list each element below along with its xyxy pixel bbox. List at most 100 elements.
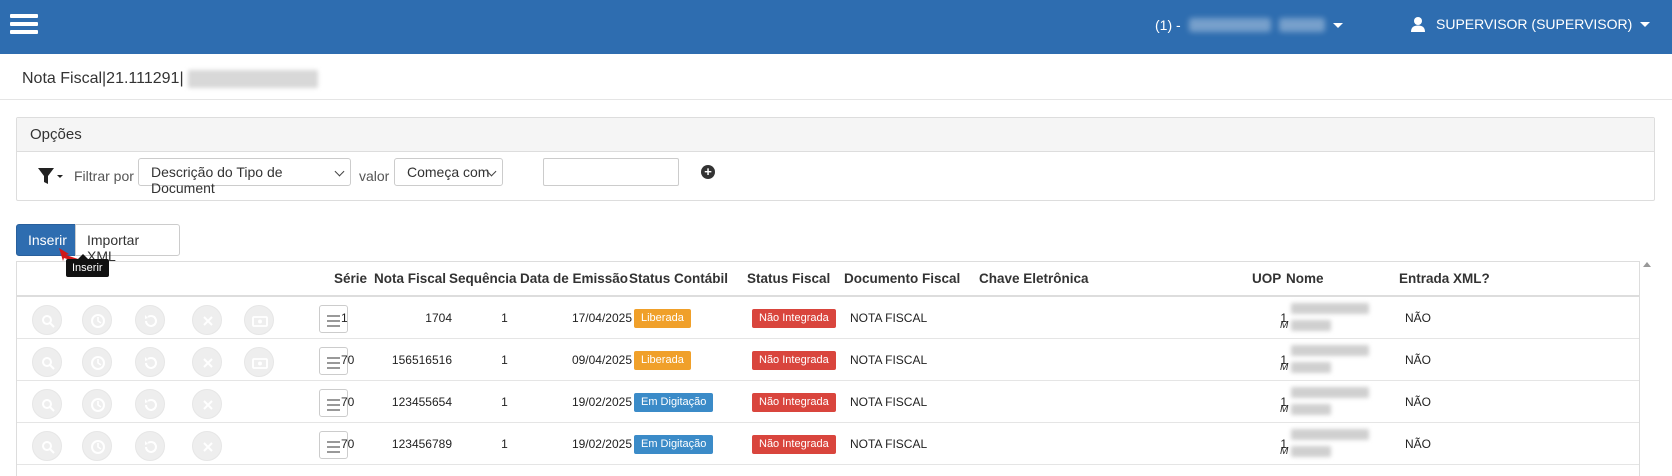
cell-sequencia: 1 bbox=[501, 353, 508, 367]
operator-value: Começa com bbox=[407, 164, 490, 180]
clock-action-button[interactable] bbox=[82, 305, 112, 335]
close-icon bbox=[203, 442, 213, 452]
cell-nome-redacted bbox=[1291, 387, 1371, 421]
cell-nota-fiscal: 123456789 bbox=[391, 437, 452, 451]
column-header[interactable]: Entrada XML? bbox=[1399, 262, 1490, 295]
search-action-button[interactable] bbox=[32, 305, 62, 335]
status-badge: Liberada bbox=[634, 351, 691, 371]
undo-action-button[interactable] bbox=[135, 305, 165, 335]
cell-serie: 70 bbox=[341, 437, 355, 451]
close-action-button[interactable] bbox=[192, 389, 222, 419]
cell-entrada-xml: NÃO bbox=[1405, 311, 1432, 325]
column-header[interactable]: Documento Fiscal bbox=[844, 262, 960, 295]
cell-chave-eletronica bbox=[979, 339, 1179, 381]
cell-nome-redacted bbox=[1291, 429, 1371, 463]
clock-action-button[interactable] bbox=[82, 389, 112, 419]
money-action-button[interactable] bbox=[244, 347, 274, 377]
cell-serie: 70 bbox=[341, 353, 355, 367]
cell-serie: 70 bbox=[341, 395, 355, 409]
money-icon bbox=[252, 358, 268, 369]
filter-row: Filtrar por Descrição do Tipo de Documen… bbox=[17, 152, 1654, 200]
chevron-down-icon bbox=[334, 166, 345, 177]
cell-documento-fiscal: NOTA FISCAL bbox=[850, 395, 928, 409]
company-code-redacted bbox=[1278, 18, 1325, 32]
cell-sequencia: 1 bbox=[501, 311, 508, 325]
options-panel: Opções Filtrar por Descrição do Tipo de … bbox=[16, 117, 1655, 201]
value-label: valor bbox=[359, 168, 390, 184]
clock-action-button[interactable] bbox=[82, 431, 112, 461]
undo-icon bbox=[145, 315, 157, 327]
cell-nota-fiscal: 123455654 bbox=[391, 395, 452, 409]
page-title-redacted bbox=[187, 70, 318, 88]
column-header[interactable]: Série bbox=[334, 262, 367, 295]
column-header[interactable]: Status Fiscal bbox=[747, 262, 830, 295]
user-icon bbox=[1411, 17, 1425, 32]
scroll-up-icon[interactable] bbox=[1643, 262, 1651, 267]
close-action-button[interactable] bbox=[192, 347, 222, 377]
undo-action-button[interactable] bbox=[135, 389, 165, 419]
table-row[interactable]: 70 123455654 1 19/02/2025 Em Digitação Não In… bbox=[17, 381, 1639, 423]
user-menu[interactable]: SUPERVISOR (SUPERVISOR) bbox=[1410, 16, 1651, 32]
cell-documento-fiscal: NOTA FISCAL bbox=[850, 353, 928, 367]
clock-action-button[interactable] bbox=[82, 347, 112, 377]
status-badge: Não Integrada bbox=[752, 351, 836, 371]
cell-data-emissao: 19/02/2025 bbox=[571, 395, 632, 409]
filter-icon[interactable] bbox=[37, 166, 63, 186]
table-row[interactable]: 70 156516516 1 09/04/2025 Liberada Não Integr… bbox=[17, 339, 1639, 381]
cell-nome-redacted bbox=[1291, 345, 1371, 379]
cell-data-emissao: 17/04/2025 bbox=[571, 311, 632, 325]
close-action-button[interactable] bbox=[192, 305, 222, 335]
column-header[interactable]: Data de Emissão bbox=[520, 262, 628, 295]
operator-select[interactable]: Começa com bbox=[394, 158, 503, 186]
filter-value-input[interactable] bbox=[543, 158, 679, 186]
column-header[interactable]: Sequência bbox=[449, 262, 517, 295]
search-icon bbox=[42, 399, 55, 412]
cell-status-fiscal: Não Integrada bbox=[752, 423, 836, 465]
cell-chave-eletronica bbox=[979, 381, 1179, 423]
table-row[interactable]: 70 123456789 1 19/02/2025 Em Digitação Não In… bbox=[17, 423, 1639, 465]
search-action-button[interactable] bbox=[32, 431, 62, 461]
company-selector[interactable]: (1) - bbox=[1155, 17, 1343, 33]
close-action-button[interactable] bbox=[192, 431, 222, 461]
undo-icon bbox=[145, 357, 157, 369]
company-prefix: (1) - bbox=[1155, 17, 1181, 33]
cell-sequencia: 1 bbox=[501, 437, 508, 451]
invoice-table: Série Nota Fiscal Sequência Data de Emissão… bbox=[16, 261, 1640, 476]
status-badge: Não Integrada bbox=[752, 309, 836, 329]
insert-tooltip: Inserir bbox=[66, 254, 109, 277]
status-badge: Não Integrada bbox=[752, 435, 836, 455]
column-header[interactable]: Status Contábil bbox=[629, 262, 728, 295]
cell-entrada-xml: NÃO bbox=[1405, 353, 1432, 367]
options-panel-title: Opções bbox=[17, 118, 1654, 152]
cell-chave-eletronica bbox=[979, 297, 1179, 339]
undo-icon bbox=[145, 399, 157, 411]
cell-serie: 1 bbox=[341, 311, 348, 325]
chevron-down-icon bbox=[1332, 22, 1343, 28]
search-icon bbox=[42, 441, 55, 454]
close-icon bbox=[203, 316, 213, 326]
cell-sequencia: 1 bbox=[501, 395, 508, 409]
close-icon bbox=[203, 358, 213, 368]
top-navbar: (1) - SUPERVISOR (SUPERVISOR) bbox=[0, 0, 1672, 54]
status-badge: Em Digitação bbox=[634, 435, 714, 455]
column-header[interactable]: Nota Fiscal bbox=[374, 262, 446, 295]
money-action-button[interactable] bbox=[244, 305, 274, 335]
cell-nota-fiscal: 1704 bbox=[425, 311, 452, 325]
table-row[interactable]: 1 1704 1 17/04/2025 Liberada Não Integrada NOT… bbox=[17, 297, 1639, 339]
undo-action-button[interactable] bbox=[135, 431, 165, 461]
column-header[interactable]: Nome bbox=[1286, 262, 1324, 295]
status-badge: Em Digitação bbox=[634, 393, 714, 413]
cell-entrada-xml: NÃO bbox=[1405, 395, 1432, 409]
page-title-text: Nota Fiscal|21.111291| bbox=[22, 70, 184, 87]
search-action-button[interactable] bbox=[32, 347, 62, 377]
divider bbox=[0, 99, 1672, 100]
search-icon bbox=[42, 315, 55, 328]
filter-field-select[interactable]: Descrição do Tipo de Document bbox=[138, 158, 351, 196]
clock-icon bbox=[91, 440, 105, 454]
column-header[interactable]: Chave Eletrônica bbox=[979, 262, 1089, 295]
column-header[interactable]: UOP bbox=[1252, 262, 1281, 295]
search-action-button[interactable] bbox=[32, 389, 62, 419]
undo-action-button[interactable] bbox=[135, 347, 165, 377]
hamburger-menu-icon[interactable] bbox=[10, 14, 38, 36]
add-filter-icon[interactable]: + bbox=[701, 165, 715, 179]
